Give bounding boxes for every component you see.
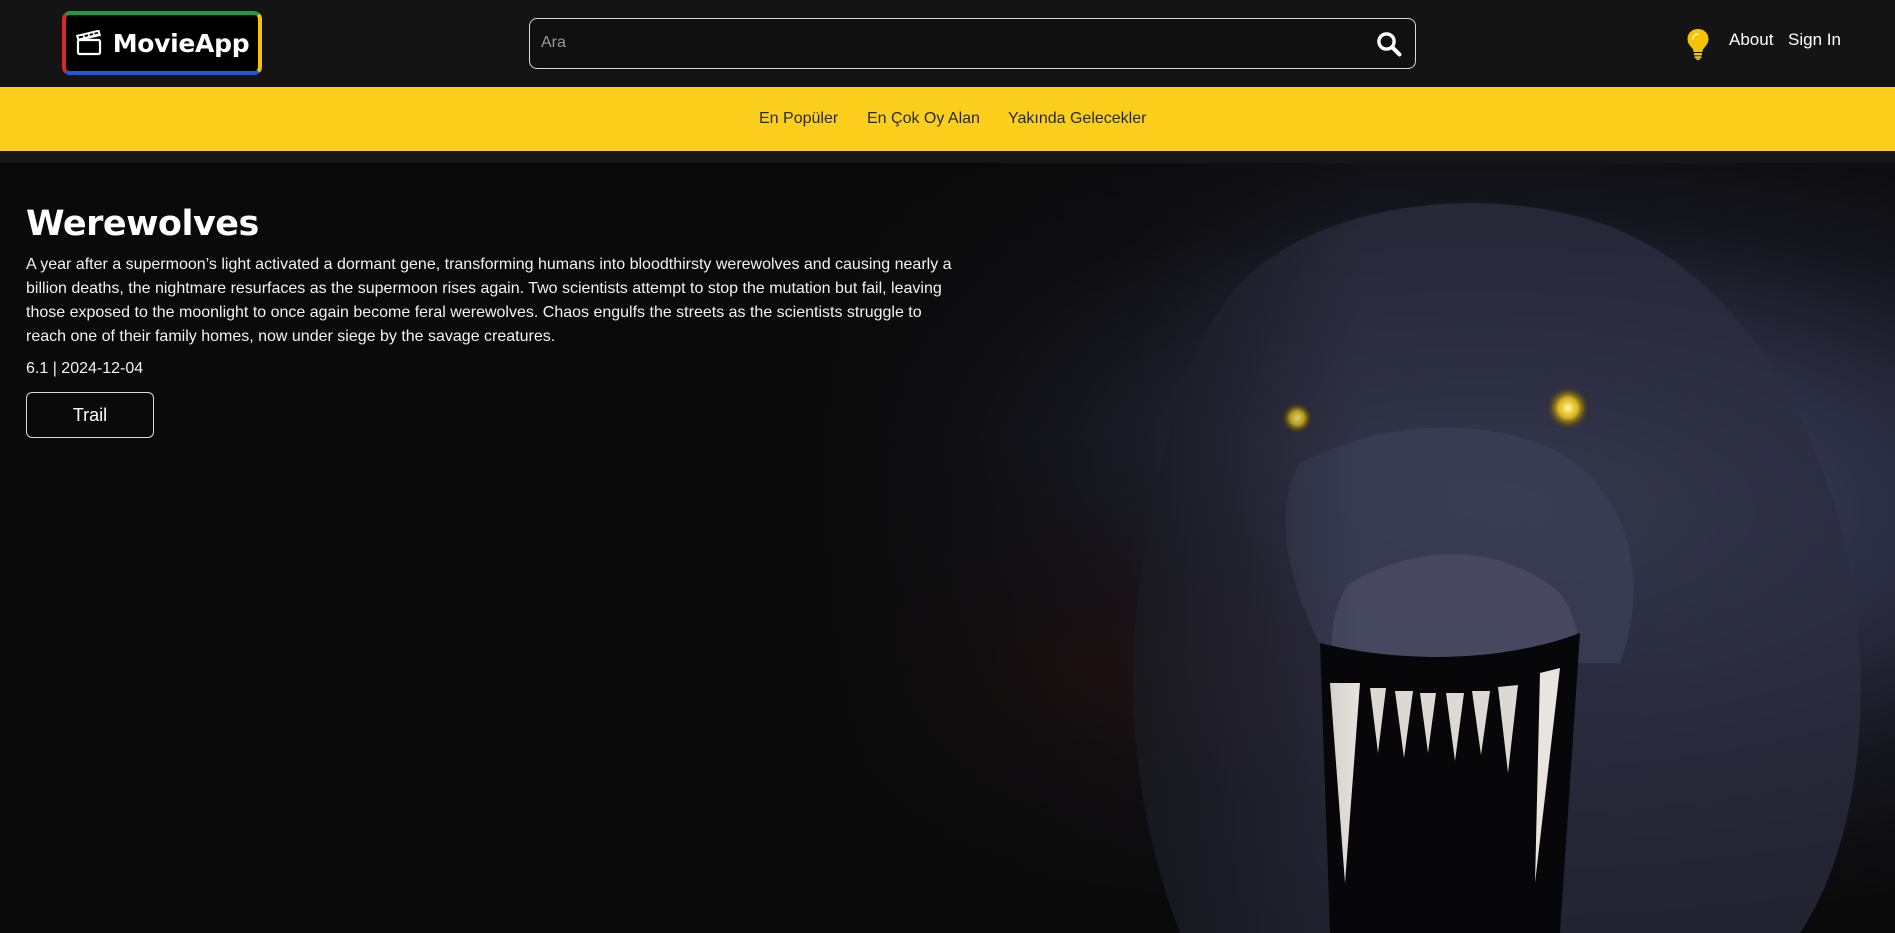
nav-sign-in-link[interactable]: Sign In [1788, 30, 1841, 50]
hero-banner: Werewolves A year after a supermoon’s li… [0, 163, 1895, 933]
logo-text: MovieApp [112, 28, 250, 58]
category-bar: En Popüler En Çok Oy Alan Yakında Gelece… [0, 87, 1895, 151]
lightbulb-icon[interactable] [1686, 28, 1710, 60]
top-header: MovieApp About Sign In [0, 0, 1895, 87]
category-upcoming[interactable]: Yakında Gelecekler [1008, 110, 1146, 128]
search-bar [529, 18, 1416, 69]
movieapp-logo[interactable]: MovieApp [62, 11, 262, 75]
clapperboard-icon [75, 30, 101, 56]
trailer-button[interactable]: Trail [26, 392, 154, 438]
search-button[interactable] [1373, 28, 1405, 60]
movie-rating-date: 6.1 | 2024-12-04 [26, 360, 144, 377]
hero-content: Werewolves A year after a supermoon’s li… [26, 203, 966, 438]
search-input[interactable] [530, 19, 1350, 67]
header-separator [0, 151, 1895, 163]
search-icon [1377, 32, 1402, 57]
category-popular[interactable]: En Popüler [759, 110, 838, 128]
movie-overview: A year after a supermoon’s light activat… [26, 256, 952, 345]
category-top-rated[interactable]: En Çok Oy Alan [867, 110, 980, 128]
movie-title: Werewolves [26, 204, 259, 244]
nav-about-link[interactable]: About [1729, 30, 1773, 50]
